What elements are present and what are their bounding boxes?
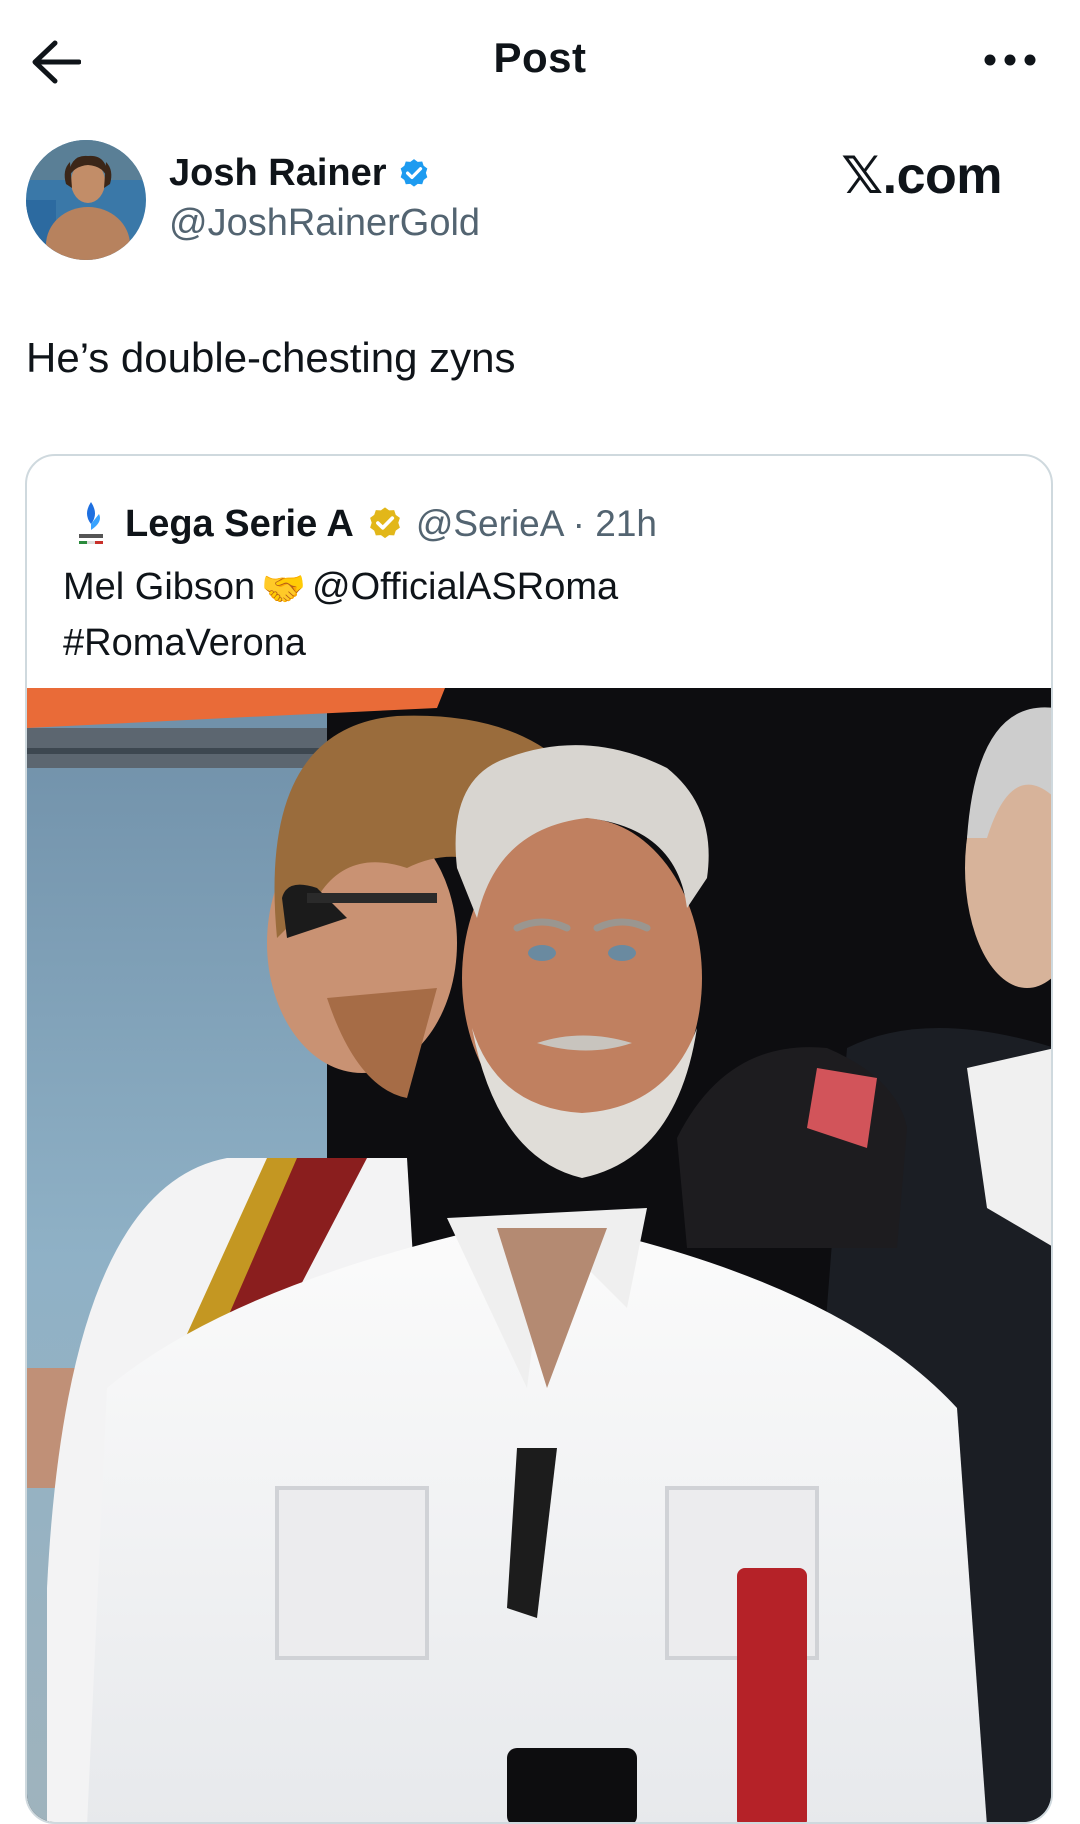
quoted-author-name: Lega Serie A xyxy=(125,502,354,545)
author-handle[interactable]: @JoshRainerGold xyxy=(169,202,480,245)
page-title: Post xyxy=(493,34,587,81)
author-name-text: Josh Rainer xyxy=(169,152,387,194)
avatar[interactable] xyxy=(26,140,146,260)
verified-badge-icon xyxy=(400,158,427,187)
post-author: Josh Rainer @JoshRainerGold 𝕏.com xyxy=(26,140,1054,270)
mention-link[interactable]: @OfficialASRoma xyxy=(312,566,618,608)
serie-a-logo-icon xyxy=(79,502,103,544)
post-text: He’s double-chesting zyns xyxy=(26,334,516,381)
photo-illustration xyxy=(27,688,1051,1822)
x-com-wordmark: 𝕏.com xyxy=(841,147,1002,205)
author-name[interactable]: Josh Rainer xyxy=(169,152,431,195)
quoted-handle-time: @SerieA · 21h xyxy=(415,503,657,544)
top-bar: Post xyxy=(0,0,1080,120)
hashtag-link[interactable]: #RomaVerona xyxy=(63,616,618,670)
quoted-line-1: Mel Gibson 🤝 @OfficialASRoma xyxy=(63,560,618,616)
quoted-post-text: Mel Gibson 🤝 @OfficialASRoma #RomaVerona xyxy=(63,560,618,670)
gold-verified-badge-icon xyxy=(369,507,400,539)
quoted-post-card[interactable]: Lega Serie A @SerieA · 21h Mel Gibson 🤝 @O… xyxy=(25,454,1053,1824)
handshake-emoji: 🤝 xyxy=(261,567,307,609)
quoted-post-photo[interactable] xyxy=(27,688,1051,1822)
quoted-post-header: Lega Serie A @SerieA · 21h xyxy=(69,496,657,552)
more-button[interactable] xyxy=(980,40,1040,80)
quoted-text-name: Mel Gibson xyxy=(63,566,256,608)
more-horizontal-icon xyxy=(984,54,1036,66)
